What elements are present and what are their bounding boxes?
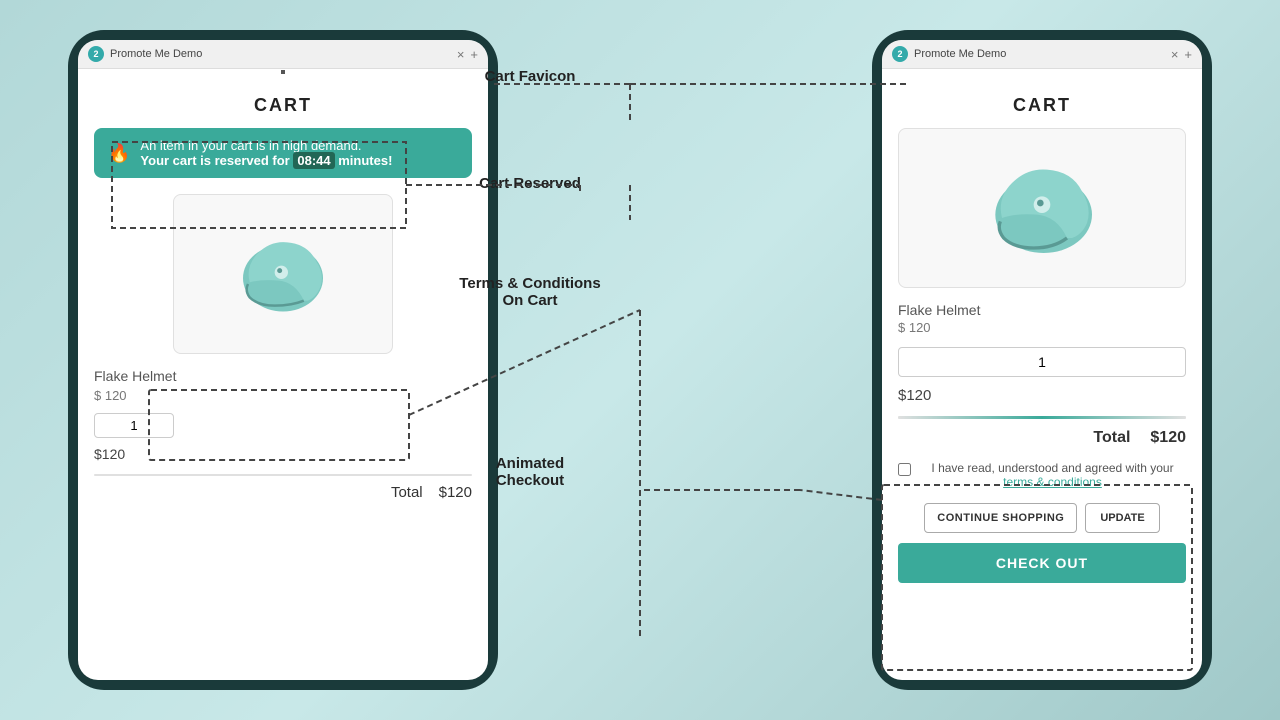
helmet-image bbox=[233, 229, 333, 319]
right-helmet-image bbox=[982, 158, 1102, 258]
fire-icon: 🔥 bbox=[108, 143, 130, 164]
right-close-button[interactable]: × bbox=[1171, 47, 1179, 62]
terms-text: I have read, understood and agreed with … bbox=[919, 461, 1186, 489]
right-product-price: $ 120 bbox=[898, 320, 1186, 335]
right-total-value: $120 bbox=[1150, 429, 1186, 447]
right-browser-bar: 2 Promote Me Demo × + bbox=[882, 40, 1202, 69]
right-cart-title: CART bbox=[898, 95, 1186, 116]
right-cart-page: CART Flake Helmet $ 120 $120 bbox=[882, 75, 1202, 595]
left-plus-button[interactable]: + bbox=[470, 47, 478, 62]
left-product-price: $ 120 bbox=[94, 388, 472, 403]
action-buttons: CONTINUE SHOPPING UPDATE bbox=[898, 503, 1186, 533]
right-product-image bbox=[898, 128, 1186, 288]
left-tab-title: Promote Me Demo bbox=[110, 48, 451, 60]
left-alert-banner: 🔥 An item in your cart is in high demand… bbox=[94, 128, 472, 178]
right-product-total: $120 bbox=[898, 387, 1186, 404]
left-cart-title: CART bbox=[94, 95, 472, 116]
right-cart-divider bbox=[898, 416, 1186, 419]
right-phone: 2 Promote Me Demo × + CART Flake Helmet … bbox=[872, 30, 1212, 690]
left-product-name: Flake Helmet bbox=[94, 368, 472, 384]
terms-row: I have read, understood and agreed with … bbox=[898, 461, 1186, 489]
cart-favicon-label: Cart Favicon bbox=[430, 68, 630, 85]
right-total-label: Total bbox=[1093, 429, 1130, 447]
continue-shopping-button[interactable]: CONTINUE SHOPPING bbox=[924, 503, 1077, 533]
left-favicon: 2 bbox=[88, 46, 104, 62]
animated-checkout-label: AnimatedCheckout bbox=[430, 455, 630, 489]
left-qty-input[interactable] bbox=[94, 413, 174, 438]
cart-reserved-label: Cart Reserved bbox=[430, 175, 630, 192]
terms-checkbox[interactable] bbox=[898, 463, 911, 476]
update-button[interactable]: UPDATE bbox=[1085, 503, 1159, 533]
checkout-button[interactable]: CHECK OUT bbox=[898, 543, 1186, 583]
left-close-button[interactable]: × bbox=[457, 47, 465, 62]
left-total-label: Total bbox=[391, 484, 423, 501]
left-browser-bar: 2 Promote Me Demo × + bbox=[78, 40, 488, 69]
terms-link[interactable]: terms & conditions bbox=[1003, 475, 1102, 489]
right-plus-button[interactable]: + bbox=[1184, 47, 1192, 62]
right-favicon: 2 bbox=[892, 46, 908, 62]
right-tab-title: Promote Me Demo bbox=[914, 48, 1165, 60]
left-product-total: $120 bbox=[94, 446, 472, 462]
right-total-row: Total $120 bbox=[898, 429, 1186, 447]
left-total-row: Total $120 bbox=[94, 484, 472, 501]
right-product-name: Flake Helmet bbox=[898, 302, 1186, 318]
left-cart-divider bbox=[94, 474, 472, 476]
alert-text: An item in your cart is in high demand. … bbox=[140, 138, 392, 168]
left-product-image bbox=[173, 194, 393, 354]
terms-conditions-label: Terms & ConditionsOn Cart bbox=[420, 275, 640, 309]
left-phone: 2 Promote Me Demo × + CART 🔥 An item in … bbox=[68, 30, 498, 690]
timer-display: 08:44 bbox=[293, 152, 334, 169]
right-qty-input[interactable] bbox=[898, 347, 1186, 377]
